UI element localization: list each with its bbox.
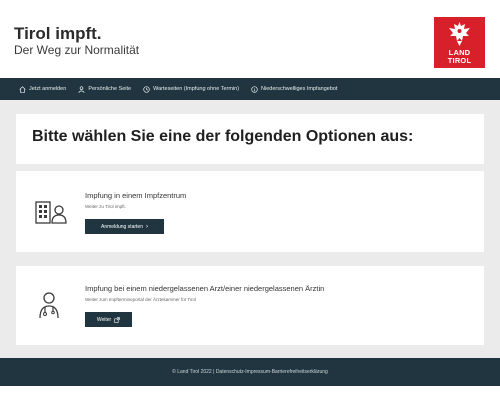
nav-item-label: Warteseiten (Impfung ohne Termin) <box>153 86 240 92</box>
site-subtitle: Der Weg zur Normalität <box>14 43 140 57</box>
eagle-icon <box>449 22 470 46</box>
option-subtitle: Weiter zu Tirol impft. <box>85 204 126 209</box>
user-icon <box>78 85 85 93</box>
logo-text: LAND TIROL <box>447 48 472 65</box>
option-subtitle: Weiter zum Impftermineportal der Ärzteka… <box>85 297 196 302</box>
main-content: Bitte wählen Sie eine der folgenden Opti… <box>0 100 500 358</box>
footer-separator: | <box>213 369 215 375</box>
building-person-icon <box>35 201 67 224</box>
button-label: Weiter <box>96 316 112 323</box>
nav-item-niederschwelliges-impfangebot[interactable]: Niederschwelliges Impfangebot <box>251 85 338 93</box>
home-icon <box>19 85 26 93</box>
nav-item-label: Jetzt anmelden <box>29 86 67 92</box>
site-title[interactable]: Tirol impft. <box>14 24 102 44</box>
option-title: Impfung bei einem niedergelassenen Arzt/… <box>85 284 325 293</box>
info-icon <box>251 85 258 93</box>
impressum-link[interactable]: Impressum <box>245 369 270 375</box>
land-tirol-logo[interactable]: LAND TIROL <box>434 17 485 68</box>
copyright-text: © Land Tirol 2022 <box>172 369 212 375</box>
nav-item-label: Persönliche Seite <box>88 86 132 92</box>
doctor-icon <box>39 292 59 319</box>
nav-item-warteseiten[interactable]: Warteseiten (Impfung ohne Termin) <box>143 85 240 93</box>
button-label: Anmeldung starten <box>101 223 143 230</box>
nav-item-label: Niederschwelliges Impfangebot <box>261 86 338 92</box>
site-footer: © Land Tirol 2022 | Datenschutz - Impres… <box>0 358 500 386</box>
weiter-button[interactable]: Weiter <box>85 312 132 327</box>
external-link-icon <box>114 316 120 323</box>
main-navigation: Jetzt anmelden Persönliche Seite Wartese… <box>0 78 500 100</box>
option-card-arzt: Impfung bei einem niedergelassenen Arzt/… <box>16 266 484 345</box>
clock-icon <box>143 85 150 93</box>
site-header: Tirol impft. Der Weg zur Normalität LAND… <box>0 0 500 78</box>
option-card-impfzentrum: Impfung in einem Impfzentrum Weiter zu T… <box>16 171 484 252</box>
nav-item-jetzt-anmelden[interactable]: Jetzt anmelden <box>19 85 67 93</box>
page-title: Bitte wählen Sie eine der folgenden Opti… <box>32 128 414 145</box>
page-bottom <box>0 386 500 417</box>
chevron-right-icon: › <box>145 223 148 230</box>
heading-card: Bitte wählen Sie eine der folgenden Opti… <box>16 114 484 164</box>
barrierefreiheitserklaerung-link[interactable]: Barrierefreiheitserklärung <box>272 369 328 375</box>
datenschutz-link[interactable]: Datenschutz <box>216 369 244 375</box>
anmeldung-starten-button[interactable]: Anmeldung starten › <box>85 219 164 234</box>
nav-item-persoenliche-seite[interactable]: Persönliche Seite <box>78 85 132 93</box>
option-title: Impfung in einem Impfzentrum <box>85 191 187 200</box>
